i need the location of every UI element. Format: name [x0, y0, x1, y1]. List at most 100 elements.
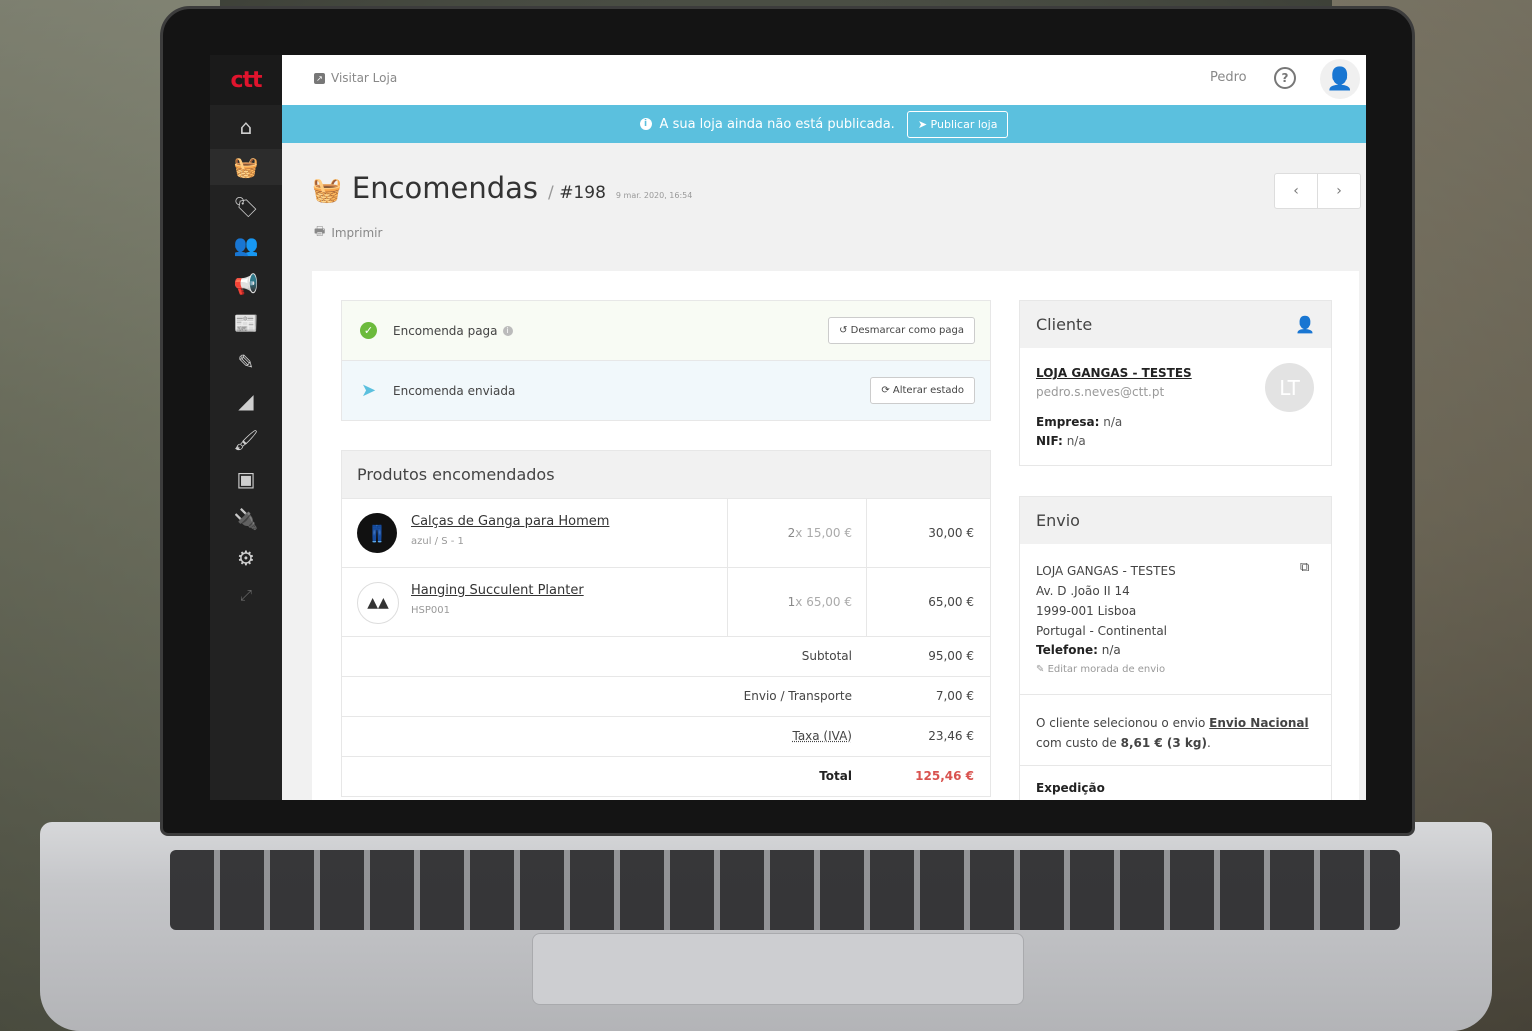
shipping-value: 7,00 € [935, 689, 974, 703]
laptop-keyboard [170, 850, 1400, 930]
shipping-phone: Telefone: n/a [1036, 643, 1121, 657]
order-number: / #198 [548, 183, 606, 203]
visit-store-link[interactable]: ↗ Visitar Loja [314, 71, 397, 85]
unmark-paid-label: Desmarcar como paga [850, 325, 964, 336]
shipping-heading: Envio [1020, 497, 1331, 544]
help-icon[interactable]: ? [1274, 67, 1296, 89]
phone-label: Telefone: [1036, 643, 1098, 657]
product-quantity: 2x 15,00 € [727, 499, 867, 567]
publish-store-label: Publicar loja [930, 117, 998, 131]
laptop-trackpad [532, 933, 1024, 1005]
shipping-country: Portugal - Continental [1036, 624, 1168, 638]
paper-plane-icon: ➤ [360, 380, 377, 401]
copy-icon[interactable]: ⧉ [1300, 560, 1309, 575]
shipping-row: Envio / Transporte 7,00 € [342, 676, 990, 716]
note-prefix: O cliente selecionou o envio [1036, 716, 1206, 730]
window-icon[interactable]: ▣ [210, 461, 282, 497]
client-nif: NIF: n/a [1036, 434, 1086, 448]
shipping-panel: Envio LOJA GANGAS - TESTES Av. D .João I… [1019, 496, 1332, 800]
client-heading-label: Cliente [1036, 315, 1093, 334]
shipping-method-note: O cliente selecionou o envio Envio Nacio… [1020, 695, 1331, 766]
user-name[interactable]: Pedro [1210, 70, 1247, 85]
client-heading: Cliente 👤 [1020, 301, 1331, 348]
product-name-link[interactable]: Calças de Ganga para Homem [411, 514, 609, 529]
printer-icon: 🖶 [314, 224, 326, 238]
subtotal-value: 95,00 € [928, 649, 974, 663]
client-company: Empresa: n/a [1036, 415, 1122, 429]
product-thumbnail[interactable]: ▲▲ [357, 582, 399, 624]
shipping-street: Av. D .João II 14 [1036, 584, 1130, 598]
user-silhouette-icon: 👤 [1326, 66, 1354, 92]
change-state-label: Alterar estado [892, 385, 964, 396]
plug-icon[interactable]: 🔌 [210, 501, 282, 537]
company-label: Empresa: [1036, 415, 1100, 429]
megaphone-icon[interactable]: 📢 [210, 266, 282, 302]
expand-icon[interactable]: ⤢ [210, 577, 282, 613]
ctt-logo[interactable]: ctt [210, 55, 282, 105]
next-order-button[interactable]: › [1317, 174, 1360, 208]
sidebar: ctt ⌂ 🧺 🏷 👥 📢 📰 ✎ ◢ 🖌 ▣ 🔌 ⚙ ⤢ [210, 55, 282, 800]
total-row: Total 125,46 € [342, 756, 990, 796]
edit-shipping-address-link[interactable]: ✎ Editar morada de envio [1036, 664, 1165, 675]
total-value: 125,46 € [915, 769, 974, 783]
cogs-icon[interactable]: ⚙ [210, 540, 282, 576]
paid-status-label: Encomenda paga [393, 323, 498, 338]
paid-status-row: ✓ Encomenda paga i ↺ Desmarcar como paga [342, 301, 990, 361]
product-line-total: 65,00 € [928, 595, 974, 609]
topbar: ↗ Visitar Loja Pedro ? 👤 [282, 55, 1366, 105]
edit-icon[interactable]: ✎ [210, 344, 282, 380]
sent-status-label: Encomenda enviada [393, 383, 516, 398]
info-icon[interactable]: i [502, 325, 513, 336]
order-card: ✓ Encomenda paga i ↺ Desmarcar como paga… [312, 271, 1359, 800]
area-chart-icon[interactable]: ◢ [210, 383, 282, 419]
unmark-paid-button[interactable]: ↺ Desmarcar como paga [828, 317, 975, 344]
check-circle-icon: ✓ [360, 322, 377, 339]
tax-row: Taxa (IVA) 23,46 € [342, 716, 990, 756]
client-avatar: LT [1265, 363, 1314, 412]
basket-icon: 🧺 [312, 176, 342, 204]
expedition-section: Expedição [1020, 766, 1331, 800]
note-mid: com custo de [1036, 736, 1117, 750]
company-value: n/a [1103, 415, 1123, 429]
info-icon: i [639, 118, 652, 130]
shipping-address: LOJA GANGAS - TESTES Av. D .João II 14 1… [1020, 544, 1331, 695]
basket-icon[interactable]: 🧺 [210, 149, 282, 185]
product-qty-value: 2 [787, 526, 796, 540]
shipping-heading-label: Envio [1036, 511, 1080, 530]
product-variant: azul / S - 1 [411, 536, 464, 547]
publish-store-button[interactable]: ➤ Publicar loja [906, 110, 1009, 138]
shipping-method-link[interactable]: Envio Nacional [1209, 716, 1308, 730]
user-icon: 👤 [1295, 315, 1315, 334]
shipping-postal: 1999-001 Lisboa [1036, 604, 1137, 618]
note-end: . [1206, 736, 1211, 750]
shipping-cost: 8,61 € (3 kg) [1120, 736, 1207, 750]
product-thumbnail[interactable]: 👖 [357, 513, 397, 553]
client-name-link[interactable]: LOJA GANGAS - TESTES [1036, 366, 1192, 380]
shipping-label: Envio / Transporte [743, 689, 852, 703]
order-status-box: ✓ Encomenda paga i ↺ Desmarcar como paga… [341, 300, 991, 421]
page-title: Encomendas [351, 171, 539, 205]
total-label: Total [819, 769, 852, 783]
product-row: 👖 Calças de Ganga para Homem azul / S - … [342, 498, 990, 567]
newspaper-icon[interactable]: 📰 [210, 305, 282, 341]
previous-order-button[interactable]: ‹ [1275, 174, 1317, 208]
tag-icon[interactable]: 🏷 [210, 189, 282, 225]
unpublished-notice: i A sua loja ainda não está publicada. ➤… [282, 105, 1366, 143]
tax-label[interactable]: Taxa (IVA) [792, 729, 852, 743]
print-link[interactable]: 🖶 Imprimir [314, 222, 382, 243]
client-email: pedro.s.neves@ctt.pt [1036, 385, 1165, 399]
product-line-total: 30,00 € [928, 526, 974, 540]
product-sku: HSP001 [411, 605, 450, 616]
change-state-button[interactable]: ⟳ Alterar estado [870, 377, 975, 404]
users-icon[interactable]: 👥 [210, 227, 282, 263]
app-screen: ctt ⌂ 🧺 🏷 👥 📢 📰 ✎ ◢ 🖌 ▣ 🔌 ⚙ ⤢ ↗ Visitar … [210, 55, 1366, 800]
brush-icon[interactable]: 🖌 [210, 422, 282, 458]
product-name-link[interactable]: Hanging Succulent Planter [411, 583, 584, 598]
order-date: 9 mar. 2020, 16:54 [615, 191, 693, 200]
nif-label: NIF: [1036, 434, 1063, 448]
breadcrumb-separator: / [548, 183, 554, 203]
client-details: LOJA GANGAS - TESTES pedro.s.neves@ctt.p… [1020, 348, 1331, 465]
notice-message: A sua loja ainda não está publicada. [659, 116, 895, 132]
user-avatar[interactable]: 👤 [1320, 59, 1360, 99]
home-icon[interactable]: ⌂ [210, 109, 282, 145]
